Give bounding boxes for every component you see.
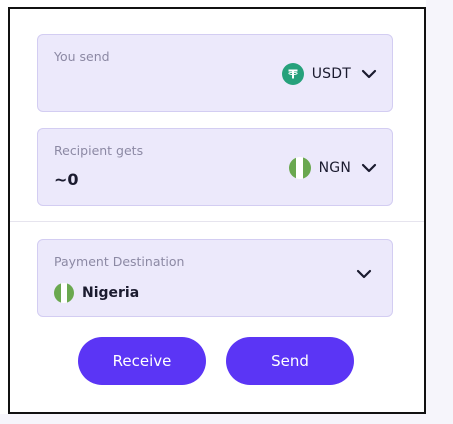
section-divider <box>10 221 424 222</box>
recipient-amount: ~0 <box>54 170 79 189</box>
receive-button[interactable]: Receive <box>78 337 206 385</box>
chevron-down-icon[interactable] <box>361 163 377 173</box>
payment-destination-field[interactable]: Payment Destination Nigeria <box>37 239 393 317</box>
receive-currency-selector[interactable]: NGN <box>288 157 377 179</box>
exchange-card: You send USDT Recipient gets ~0 NGN Paym… <box>8 7 426 414</box>
nigeria-flag-icon <box>288 157 311 179</box>
recipient-gets-label: Recipient gets <box>54 143 144 158</box>
send-currency-selector[interactable]: USDT <box>281 63 377 85</box>
recipient-gets-field[interactable]: Recipient gets ~0 NGN <box>37 128 393 206</box>
payment-destination-label: Payment Destination <box>54 254 185 269</box>
send-currency-code: USDT <box>311 66 351 82</box>
page-background-right <box>426 0 453 424</box>
destination-country-name: Nigeria <box>82 285 140 301</box>
you-send-label: You send <box>54 49 110 64</box>
tether-icon <box>281 63 304 85</box>
you-send-field[interactable]: You send USDT <box>37 34 393 112</box>
page-background-bottom <box>0 414 453 424</box>
send-button[interactable]: Send <box>226 337 354 385</box>
nigeria-flag-icon <box>54 283 74 303</box>
chevron-down-icon[interactable] <box>356 269 372 279</box>
receive-currency-code: NGN <box>318 160 351 176</box>
destination-country: Nigeria <box>54 283 139 303</box>
chevron-down-icon[interactable] <box>361 69 377 79</box>
